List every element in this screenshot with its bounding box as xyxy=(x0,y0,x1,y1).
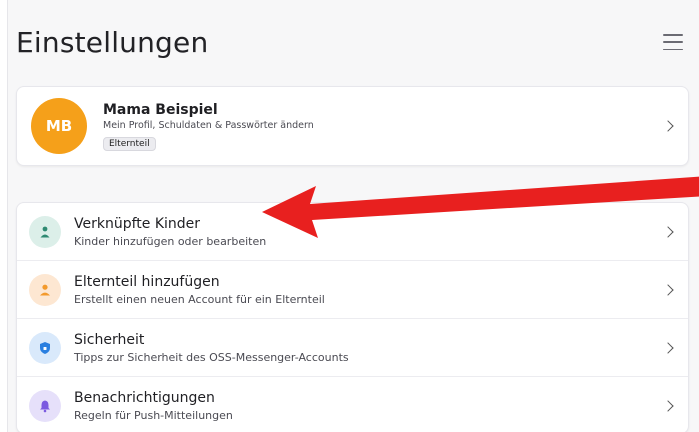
profile-text: Mama Beispiel Mein Profil, Schuldaten & … xyxy=(103,102,664,151)
row-title: Benachrichtigungen xyxy=(74,390,215,406)
left-rail xyxy=(0,0,8,432)
row-text: Verknüpfte Kinder Kinder hinzufügen oder… xyxy=(74,216,664,248)
row-text: Elternteil hinzufügen Erstellt einen neu… xyxy=(74,274,664,306)
chevron-right-icon xyxy=(662,400,674,412)
chevron-right-icon xyxy=(662,120,674,132)
row-text: Benachrichtigungen Regeln für Push-Mitte… xyxy=(74,390,664,422)
profile-name: Mama Beispiel xyxy=(103,101,218,118)
chevron-right-icon xyxy=(662,225,674,238)
row-subtitle: Regeln für Push-Mitteilungen xyxy=(74,409,233,422)
row-title: Elternteil hinzufügen xyxy=(74,273,220,290)
profile-subtitle: Mein Profil, Schuldaten & Passwörter änd… xyxy=(103,119,314,131)
bell-icon xyxy=(29,390,61,422)
row-title: Sicherheit xyxy=(74,331,145,348)
settings-page: Einstellungen MB Mama Beispiel Mein Prof… xyxy=(0,0,699,432)
hamburger-menu-icon[interactable] xyxy=(663,32,683,52)
row-subtitle: Kinder hinzufügen oder bearbeiten xyxy=(74,234,267,248)
person-icon xyxy=(29,273,61,306)
row-text: Sicherheit Tipps zur Sicherheit des OSS-… xyxy=(74,332,664,364)
avatar: MB xyxy=(31,98,87,154)
settings-item-notifications[interactable]: Benachrichtigungen Regeln für Push-Mitte… xyxy=(17,377,688,432)
settings-item-linked-children[interactable]: Verknüpfte Kinder Kinder hinzufügen oder… xyxy=(17,203,688,261)
child-icon xyxy=(29,215,61,248)
settings-list: Verknüpfte Kinder Kinder hinzufügen oder… xyxy=(16,202,689,432)
profile-card[interactable]: MB Mama Beispiel Mein Profil, Schuldaten… xyxy=(16,86,689,166)
settings-item-add-parent[interactable]: Elternteil hinzufügen Erstellt einen neu… xyxy=(17,261,688,319)
shield-icon xyxy=(29,331,61,364)
chevron-right-icon xyxy=(662,283,674,296)
page-title: Einstellungen xyxy=(16,25,209,59)
row-subtitle: Erstellt einen neuen Account für ein Elt… xyxy=(74,292,325,306)
row-title: Verknüpfte Kinder xyxy=(74,215,201,232)
header: Einstellungen xyxy=(16,22,683,62)
role-badge: Elternteil xyxy=(103,136,156,151)
row-subtitle: Tipps zur Sicherheit des OSS-Messenger-A… xyxy=(74,350,349,364)
chevron-right-icon xyxy=(662,341,674,354)
settings-item-security[interactable]: Sicherheit Tipps zur Sicherheit des OSS-… xyxy=(17,319,688,377)
